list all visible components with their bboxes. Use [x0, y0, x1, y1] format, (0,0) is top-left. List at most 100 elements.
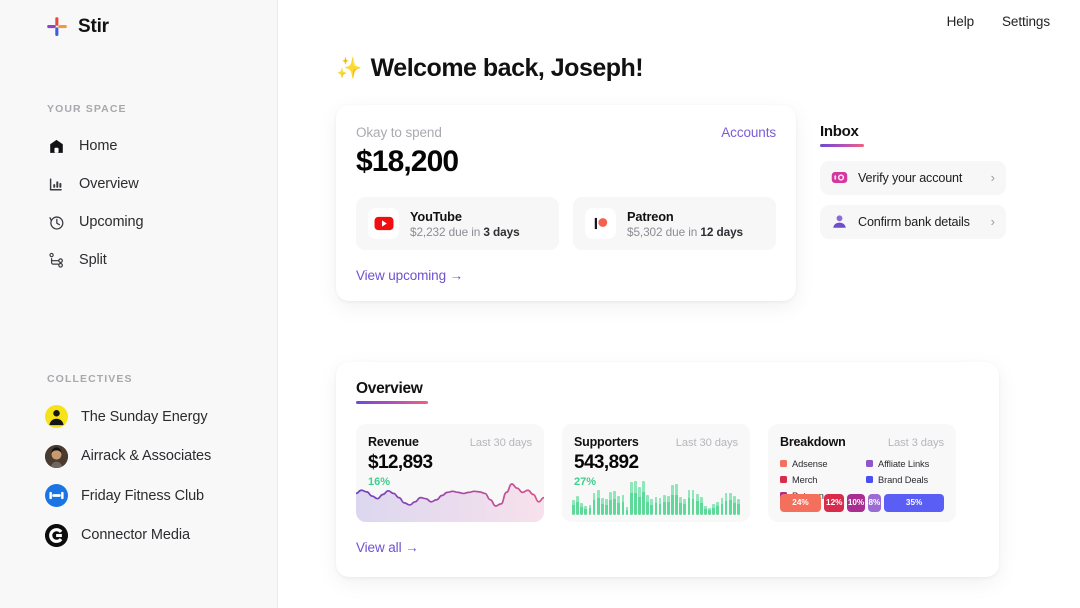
page-title: ✨ Welcome back, Joseph!	[336, 54, 1080, 83]
bar	[724, 493, 728, 515]
sidebar-item-overview-label: Overview	[79, 176, 139, 192]
sidebar-item-upcoming[interactable]: Upcoming	[0, 203, 277, 241]
bar	[629, 482, 633, 515]
bar	[720, 497, 724, 515]
stat-card-supporters[interactable]: Supporters Last 30 days 543,892 27%	[562, 423, 750, 522]
stir-plus-logo-icon	[46, 16, 68, 38]
help-link[interactable]: Help	[947, 14, 974, 29]
letter-c-avatar	[45, 523, 68, 547]
inbox-title: Inbox	[820, 123, 859, 140]
bar	[613, 491, 617, 515]
topbar: Help Settings	[278, 0, 1080, 42]
sidebar-item-upcoming-label: Upcoming	[79, 214, 144, 230]
stat-name: Breakdown	[780, 434, 846, 449]
bar	[605, 499, 608, 515]
inbox-item-verify-account[interactable]: Verify your account ›	[820, 160, 1006, 195]
sparkles-icon: ✨	[336, 57, 362, 80]
bill-card-youtube[interactable]: YouTube $2,232 due in 3 days	[356, 197, 559, 250]
stat-period: Last 3 days	[887, 436, 944, 449]
overview-heading-wrap: Overview	[356, 380, 979, 404]
revenue-sparkline-chart	[356, 480, 544, 522]
bar	[638, 487, 641, 515]
legend-swatch	[780, 476, 787, 483]
bar-chart-icon	[47, 175, 66, 194]
sidebar-item-overview[interactable]: Overview	[0, 165, 277, 203]
bar	[588, 504, 592, 515]
clock-icon	[47, 213, 66, 232]
stat-cards-row: Revenue Last 30 days $12,893 16% Support…	[356, 423, 979, 522]
bar	[584, 506, 588, 515]
overview-title: Overview	[356, 380, 423, 397]
stat-card-breakdown[interactable]: Breakdown Last 3 days Adsense Affliate L…	[768, 423, 956, 522]
stat-period: Last 30 days	[675, 436, 738, 449]
bar	[695, 494, 699, 515]
bill-amount: $5,302	[627, 224, 663, 239]
bar	[679, 497, 683, 515]
bill-name: YouTube	[410, 208, 462, 224]
collective-label: Friday Fitness Club	[81, 487, 204, 504]
bar	[617, 496, 621, 515]
legend-label: Brand Deals	[878, 474, 929, 485]
sidebar-item-split-label: Split	[79, 252, 107, 268]
stat-header: Revenue Last 30 days	[368, 435, 532, 449]
collective-item-airrack-associates[interactable]: Airrack & Associates	[0, 437, 277, 477]
sidebar-item-home[interactable]: Home	[0, 127, 277, 165]
collective-item-connector-media[interactable]: Connector Media	[0, 516, 277, 556]
percent-pill: 12%	[823, 493, 845, 512]
bill-due-prefix: due in	[448, 224, 481, 239]
stat-period: Last 30 days	[469, 436, 532, 449]
bill-text-group: Patreon $5,302 due in 12 days	[627, 209, 743, 239]
dumbbell-avatar	[45, 484, 68, 508]
app-root: Stir YOUR SPACE Home Overview Upcoming S…	[0, 0, 1080, 608]
bar	[728, 492, 732, 515]
legend-item-adsense: Adsense	[780, 456, 864, 472]
bar	[576, 495, 579, 515]
view-all-link[interactable]: View all →	[356, 540, 419, 555]
percent-pill: 24%	[780, 493, 821, 512]
inbox-list: Verify your account › Confirm bank detai…	[820, 160, 1006, 239]
home-icon	[47, 137, 66, 156]
bar	[650, 499, 654, 515]
bar	[666, 495, 670, 515]
bar	[687, 489, 691, 515]
collective-item-friday-fitness-club[interactable]: Friday Fitness Club	[0, 476, 277, 516]
brand[interactable]: Stir	[0, 0, 277, 44]
collectives-list: The Sunday Energy Airrack & Associates F…	[0, 397, 277, 555]
legend-item-brand-deals: Brand Deals	[866, 472, 944, 488]
bill-card-patreon[interactable]: Patreon $5,302 due in 12 days	[573, 197, 776, 250]
settings-link[interactable]: Settings	[1002, 14, 1050, 29]
bar	[712, 503, 716, 515]
person-icon	[831, 213, 848, 230]
legend-label: Adsense	[792, 458, 828, 469]
bar	[737, 498, 740, 515]
inbox-item-confirm-bank-details[interactable]: Confirm bank details ›	[820, 204, 1006, 239]
bar	[600, 497, 604, 515]
spend-card-header: Okay to spend Accounts	[356, 125, 776, 140]
sidebar-nav: Home Overview Upcoming Split	[0, 127, 277, 279]
bar	[654, 497, 658, 515]
stat-value: $12,893	[368, 451, 433, 473]
bill-name: Patreon	[627, 208, 674, 224]
inbox-heading-wrap: Inbox	[820, 123, 1006, 147]
collective-label: The Sunday Energy	[81, 408, 208, 425]
stat-header: Breakdown Last 3 days	[780, 435, 944, 449]
main-content: Help Settings ✨ Welcome back, Joseph! Ok…	[278, 0, 1080, 608]
legend-label: Merch	[792, 474, 818, 485]
bill-due-prefix: due in	[665, 224, 698, 239]
bill-text-group: YouTube $2,232 due in 3 days	[410, 209, 520, 239]
view-upcoming-link[interactable]: View upcoming →	[356, 268, 776, 283]
sidebar-item-split[interactable]: Split	[0, 241, 277, 279]
bar	[633, 481, 637, 515]
brand-name: Stir	[78, 16, 109, 37]
stat-card-revenue[interactable]: Revenue Last 30 days $12,893 16%	[356, 423, 544, 522]
bar	[642, 480, 645, 515]
patreon-icon	[585, 208, 616, 239]
legend-item-merch: Merch	[780, 472, 864, 488]
bar	[704, 506, 707, 515]
bar	[683, 498, 687, 515]
bar	[592, 492, 596, 515]
legend-label: Affliate Links	[878, 458, 930, 469]
accounts-link[interactable]: Accounts	[721, 125, 776, 140]
collective-item-the-sunday-energy[interactable]: The Sunday Energy	[0, 397, 277, 437]
bar	[609, 491, 612, 515]
